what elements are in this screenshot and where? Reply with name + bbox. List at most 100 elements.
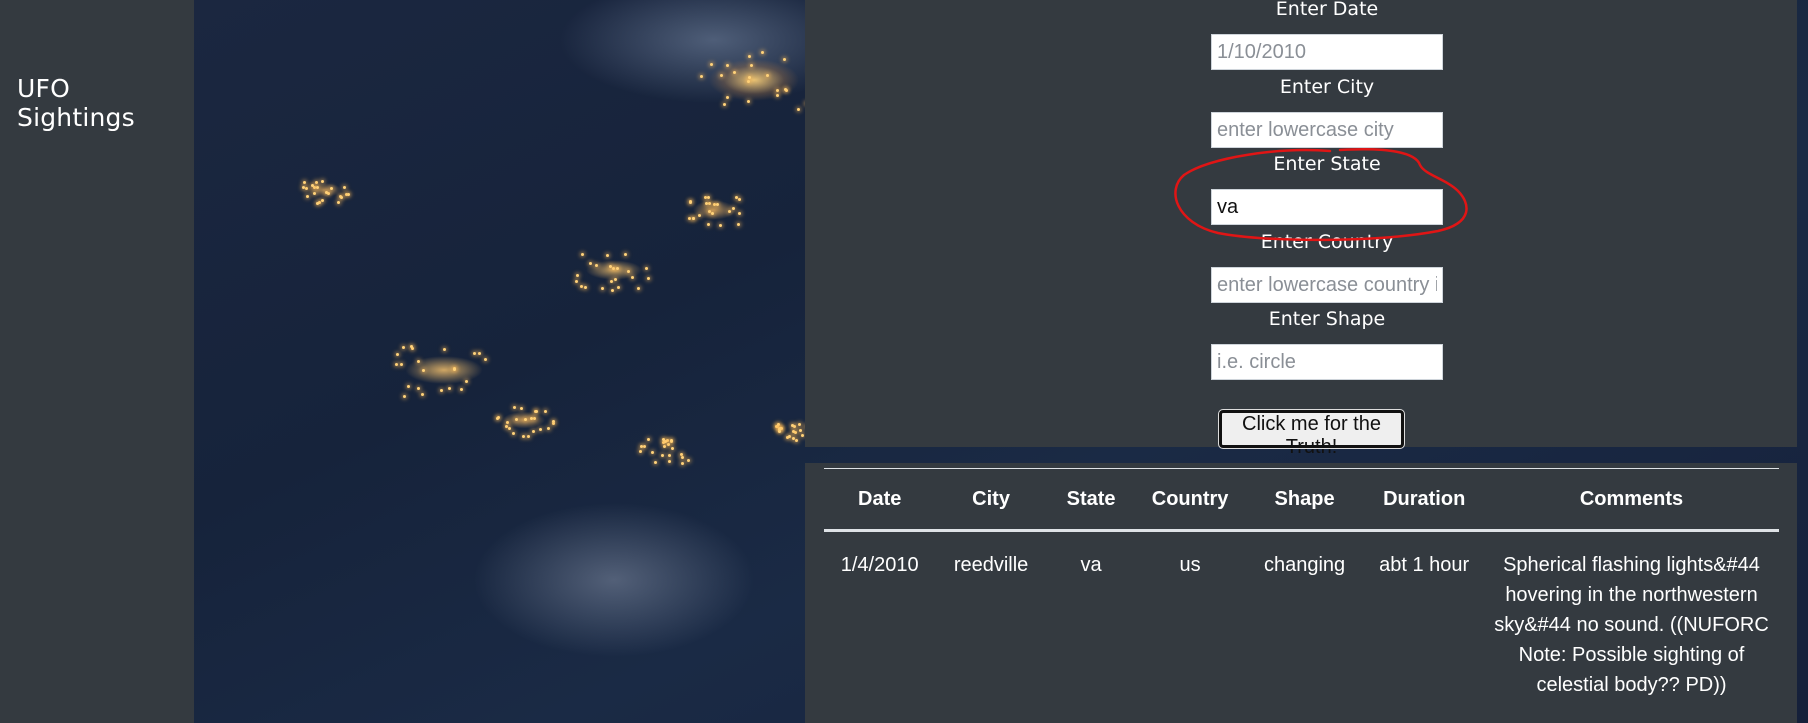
city-light-dot: [529, 416, 533, 420]
country-input[interactable]: [1211, 267, 1443, 303]
city-light-dot: [394, 362, 398, 366]
city-light-dot: [750, 64, 754, 68]
city-light-dot: [706, 223, 710, 227]
city-light-dot: [400, 362, 404, 366]
city-light-dot: [703, 195, 707, 199]
city-light-dot: [722, 103, 726, 107]
city-light-dot: [312, 192, 316, 196]
filter-submit-button[interactable]: Click me for the Truth!: [1218, 409, 1405, 458]
city-light-dot: [321, 179, 325, 183]
city-light-dot: [708, 201, 712, 205]
city-light-dot: [613, 278, 617, 282]
city-light-dot: [697, 213, 701, 217]
shape-input[interactable]: [1211, 344, 1443, 380]
city-light-dot: [305, 195, 309, 199]
sidebar: UFO Sightings: [0, 0, 194, 723]
city-light-dot: [735, 195, 739, 199]
city-light-dot: [699, 74, 703, 78]
city-light-dot: [478, 352, 482, 356]
table-row: 1/4/2010 reedville va us changing abt 1 …: [824, 531, 1779, 701]
city-light-dot: [612, 266, 616, 270]
city-light-dot: [524, 418, 528, 422]
date-label: Enter Date: [1275, 0, 1379, 20]
city-light-dot: [526, 434, 530, 438]
city-light-dot: [643, 445, 647, 449]
city-light-dot: [639, 449, 642, 453]
city-light-dot: [687, 217, 691, 221]
city-light-dot: [710, 63, 714, 67]
city-light-dot: [760, 51, 764, 55]
city-light-dot: [439, 388, 443, 392]
app-title[interactable]: UFO Sightings: [17, 74, 194, 132]
city-light-dot: [402, 394, 406, 398]
city-light-dot: [506, 420, 509, 424]
city-light-dot: [546, 426, 550, 430]
city-light-dot: [667, 460, 671, 464]
city-light-dot: [347, 192, 351, 196]
city-light-dot: [681, 456, 685, 460]
city-light-dot: [704, 201, 708, 205]
city-light-dot: [522, 434, 525, 438]
city-light-dot: [583, 285, 587, 289]
city-light-dot: [321, 199, 325, 203]
col-header-state: State: [1046, 468, 1136, 532]
city-light-dot: [417, 359, 421, 363]
city-light-dot: [343, 186, 347, 190]
city-light-dot: [687, 459, 691, 463]
city-light-dot: [692, 216, 696, 220]
city-light-dot: [610, 288, 614, 292]
city-light-dot: [746, 100, 750, 104]
table-header-row: Date City State Country Shape Duration C…: [824, 468, 1779, 532]
city-light-dot: [797, 422, 801, 426]
col-header-duration: Duration: [1364, 468, 1484, 532]
city-light-dot: [340, 196, 344, 200]
city-light-dot: [539, 428, 543, 432]
city-light-dot: [667, 442, 671, 446]
city-light-dot: [606, 254, 610, 258]
city-light-dot: [543, 410, 547, 414]
city-light-dot: [795, 438, 799, 442]
city-light-dot: [315, 185, 319, 189]
cell-city: reedville: [953, 554, 1029, 576]
city-light-dot: [580, 285, 584, 289]
state-input[interactable]: [1211, 189, 1443, 225]
city-light-dot: [797, 108, 800, 112]
city-light-dot: [669, 439, 673, 443]
city-light-dot: [719, 73, 723, 77]
city-light-dot: [576, 274, 580, 277]
city-light-dot: [746, 79, 750, 83]
city-light-dot: [420, 392, 424, 396]
city-light-dot: [514, 417, 518, 421]
city-label: Enter City: [1279, 76, 1375, 98]
city-light-dot: [716, 203, 720, 207]
city-light-dot: [631, 275, 635, 279]
city-light-dot: [681, 462, 685, 466]
city-light-dot: [651, 450, 655, 454]
city-input[interactable]: [1211, 112, 1443, 148]
col-header-comments: Comments: [1484, 468, 1779, 532]
city-light-dot: [719, 223, 723, 227]
city-light-dot: [616, 266, 620, 270]
cell-country: us: [1179, 554, 1201, 576]
city-light-dot: [661, 437, 665, 441]
city-light-dot: [396, 352, 400, 356]
city-light-dot: [601, 287, 605, 291]
city-light-dot: [670, 446, 674, 450]
city-light-dot: [660, 454, 664, 458]
city-light-dot: [801, 434, 805, 438]
city-light-dot: [301, 186, 305, 190]
city-light-dot: [496, 416, 500, 420]
city-light-dot: [636, 286, 640, 290]
city-light-dot: [580, 252, 584, 256]
city-light-dot: [588, 262, 592, 266]
city-light-dot: [421, 369, 425, 373]
city-light-dot: [305, 187, 309, 191]
city-light-dot: [406, 384, 410, 388]
date-input[interactable]: [1211, 34, 1443, 70]
city-light-dot: [777, 422, 781, 426]
city-light-dot: [303, 181, 307, 185]
col-header-date: Date: [824, 468, 936, 532]
city-light-dot: [775, 88, 779, 92]
city-light-dot: [617, 286, 621, 290]
cell-state: va: [1080, 554, 1102, 576]
